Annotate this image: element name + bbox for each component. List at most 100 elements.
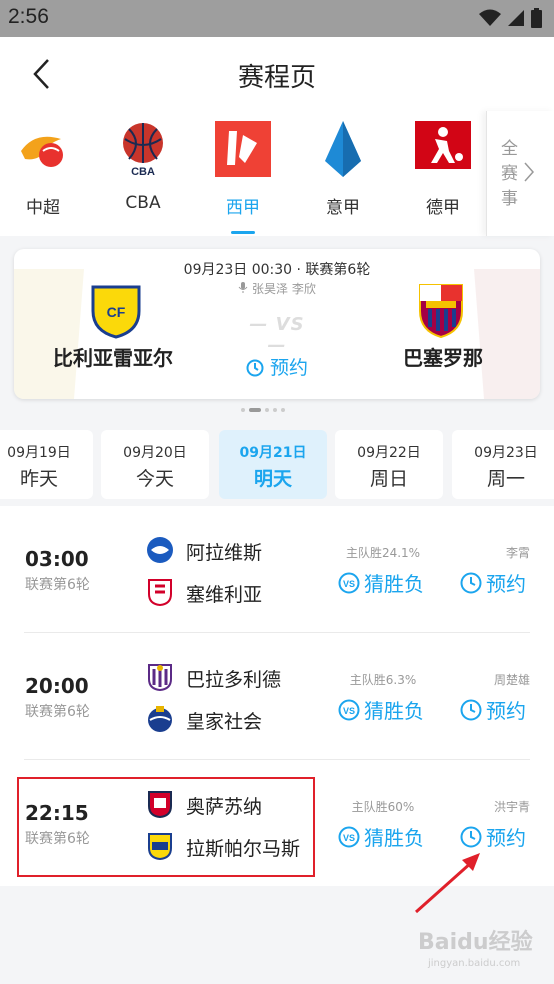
- reserve-label: 预约: [486, 826, 526, 850]
- guess-label: 猜胜负: [364, 699, 424, 723]
- laliga-logo-icon: [215, 121, 271, 177]
- date-tab-day: 周一: [486, 468, 525, 490]
- home-team-name: 巴拉多利德: [186, 669, 282, 691]
- home-win-probability: 主队胜6.3%: [349, 673, 417, 687]
- versus-label: — VS —: [249, 314, 305, 356]
- date-tab-date: 09月21日: [239, 445, 307, 461]
- home-team-name: 阿拉维斯: [186, 542, 263, 564]
- featured-match-card[interactable]: 09月23日 00:30 · 联赛第6轮 张昊泽 李欣 CF 比利亚雷亚尔 — …: [14, 249, 540, 399]
- vs-icon: VS: [338, 699, 360, 720]
- active-tab-indicator: [231, 231, 255, 234]
- featured-away-team: 巴塞罗那: [403, 346, 483, 370]
- date-tab-day: 周日: [369, 468, 408, 490]
- carousel-dot: [265, 408, 269, 412]
- league-name: CBA: [125, 193, 161, 213]
- league-tab-cba[interactable]: CBA CBA: [103, 121, 183, 236]
- reserve-label: 预约: [270, 357, 309, 379]
- date-tab-sunday[interactable]: 09月22日 周日: [335, 430, 443, 499]
- real-sociedad-crest-icon: [148, 706, 172, 732]
- league-name: 意甲: [326, 198, 360, 218]
- date-tab-date: 09月22日: [357, 445, 421, 461]
- date-tab-monday[interactable]: 09月23日 周一: [452, 430, 554, 499]
- match-row[interactable]: 03:00 联赛第6轮 阿拉维斯 塞维利亚 主队胜24.1% VS 猜胜负 李霄…: [0, 506, 554, 633]
- watermark-logo: Baidu经验: [418, 930, 533, 955]
- league-tab-bundesliga[interactable]: 德甲: [403, 121, 483, 236]
- valladolid-crest-icon: [148, 664, 172, 691]
- date-tab-tomorrow[interactable]: 09月21日 明天: [219, 430, 327, 499]
- commentator-name: 李霄: [505, 546, 530, 560]
- clock-icon: [460, 699, 482, 720]
- chevron-right-icon: [524, 162, 535, 182]
- watermark-url: jingyan.baidu.com: [428, 958, 521, 969]
- carousel-dot-active: [249, 408, 261, 412]
- match-time: 20:00: [25, 674, 89, 698]
- date-tab-day: 明天: [253, 468, 292, 490]
- league-name: 西甲: [226, 198, 260, 218]
- wifi-icon: [479, 9, 501, 26]
- barcelona-crest-icon: [419, 284, 463, 339]
- carousel-indicator: [241, 408, 285, 412]
- svg-text:VS: VS: [343, 833, 355, 843]
- league-name: 中超: [26, 198, 60, 218]
- cba-logo-icon: CBA: [123, 123, 163, 178]
- vs-icon: VS: [338, 572, 360, 593]
- vs-icon: VS: [338, 826, 360, 847]
- league-tab-laliga[interactable]: 西甲: [203, 121, 283, 236]
- date-tab-day: 今天: [135, 468, 174, 490]
- guess-result-button[interactable]: VS 猜胜负: [338, 568, 424, 597]
- reserve-button[interactable]: 预约: [460, 695, 526, 724]
- league-name: 德甲: [426, 198, 460, 218]
- date-tabs: 09月19日 昨天 09月20日 今天 09月21日 明天 09月22日 周日 …: [0, 430, 554, 500]
- all-events-label: 全赛事: [501, 139, 518, 209]
- clock-icon: [246, 359, 264, 377]
- featured-match-meta: 09月23日 00:30 · 联赛第6轮: [183, 262, 371, 278]
- away-team-name: 皇家社会: [186, 711, 263, 733]
- commentator-names: 张昊泽 李欣: [252, 282, 316, 296]
- guess-label: 猜胜负: [364, 826, 424, 850]
- reserve-label: 预约: [486, 572, 526, 596]
- serie-a-logo-icon: [325, 121, 361, 177]
- reserve-button[interactable]: 预约: [460, 568, 526, 597]
- clock-icon: [460, 572, 482, 593]
- date-tab-today[interactable]: 09月20日 今天: [101, 430, 209, 499]
- microphone-icon: [238, 282, 248, 293]
- carousel-dot: [281, 408, 285, 412]
- guess-label: 猜胜负: [364, 572, 424, 596]
- alaves-crest-icon: [147, 537, 173, 563]
- csl-logo-icon: [21, 136, 63, 167]
- svg-text:CBA: CBA: [131, 166, 155, 177]
- carousel-dot: [241, 408, 245, 412]
- svg-text:VS: VS: [343, 706, 355, 716]
- guess-result-button[interactable]: VS 猜胜负: [338, 822, 424, 851]
- match-row[interactable]: 20:00 联赛第6轮 巴拉多利德 皇家社会 主队胜6.3% VS 猜胜负 周楚…: [0, 633, 554, 760]
- match-round: 联赛第6轮: [25, 704, 90, 720]
- villarreal-crest-icon: CF: [91, 285, 141, 339]
- reserve-button[interactable]: 预约: [460, 822, 526, 851]
- league-tab-serie-a[interactable]: 意甲: [303, 121, 383, 236]
- date-tab-date: 09月20日: [123, 445, 187, 461]
- page-title: 赛程页: [237, 63, 316, 93]
- away-team-name: 塞维利亚: [186, 584, 263, 606]
- status-time: 2:56: [8, 5, 49, 28]
- commentator-name: 周楚雄: [493, 673, 530, 687]
- status-bar: 2:56: [0, 0, 554, 37]
- date-tab-date: 09月19日: [7, 445, 71, 461]
- nav-bar: 赛程页: [0, 37, 554, 112]
- league-tab-csl[interactable]: 中超: [3, 121, 83, 236]
- signal-icon: [508, 10, 524, 26]
- date-tab-day: 昨天: [19, 468, 58, 490]
- match-time: 03:00: [25, 547, 89, 571]
- carousel-dot: [273, 408, 277, 412]
- guess-result-button[interactable]: VS 猜胜负: [338, 695, 424, 724]
- featured-reserve-button[interactable]: 预约: [237, 353, 317, 380]
- league-tabs: 中超 CBA CBA 西甲 意甲 德甲 全赛事: [0, 111, 554, 236]
- all-events-button[interactable]: 全赛事: [486, 111, 554, 236]
- match-round: 联赛第6轮: [25, 577, 90, 593]
- clock-icon: [460, 826, 482, 847]
- status-icons: [479, 8, 542, 28]
- reserve-label: 预约: [486, 699, 526, 723]
- home-win-probability: 主队胜60%: [351, 800, 415, 814]
- featured-home-team: 比利亚雷亚尔: [53, 346, 173, 370]
- commentator-name: 洪宇青: [493, 800, 530, 814]
- date-tab-yesterday[interactable]: 09月19日 昨天: [0, 430, 93, 499]
